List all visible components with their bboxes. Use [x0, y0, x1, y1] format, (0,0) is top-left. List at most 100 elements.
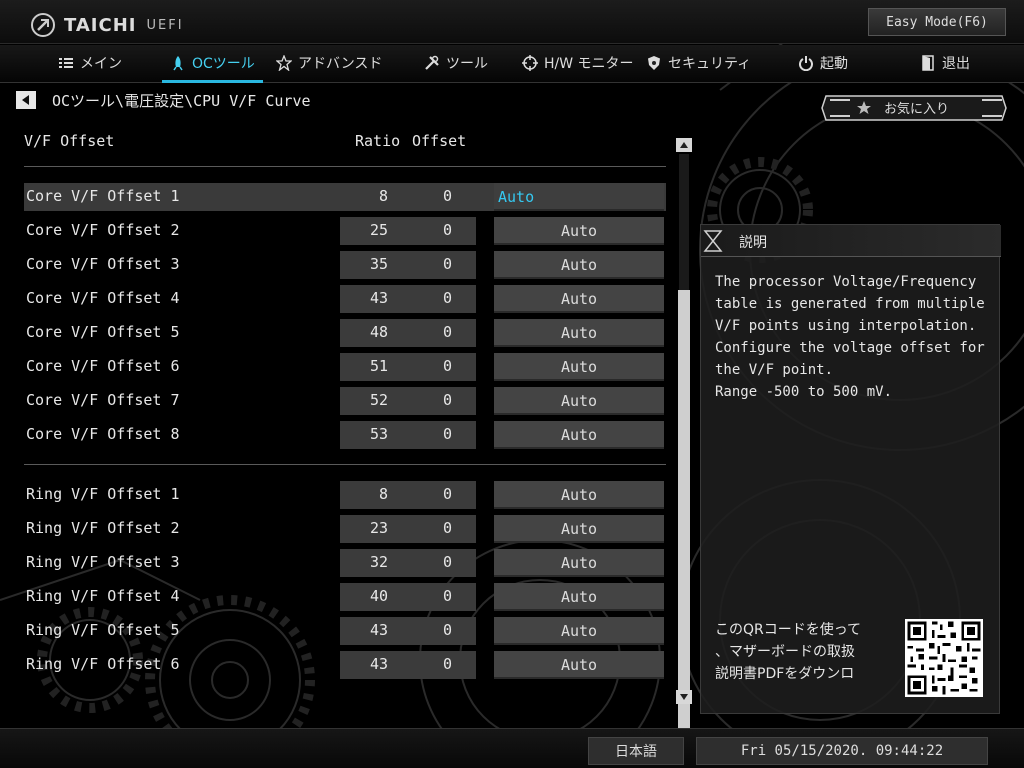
tab-label: メイン: [80, 56, 122, 72]
ring-vf-offset-4-row[interactable]: Ring V/F Offset 4 40 0 Auto: [24, 583, 666, 611]
offset-input[interactable]: Auto: [494, 421, 664, 449]
offset-input[interactable]: Auto: [494, 285, 664, 313]
back-button[interactable]: [16, 91, 36, 109]
offset-value: 0: [442, 425, 452, 443]
shield-icon: [648, 56, 660, 70]
ring-vf-offset-6-row[interactable]: Ring V/F Offset 6 43 0 Auto: [24, 651, 666, 679]
scroll-thumb[interactable]: [678, 290, 690, 748]
ratio-value: 35: [369, 255, 388, 273]
core-vf-offset-5-row[interactable]: Core V/F Offset 5 48 0 Auto: [24, 319, 666, 347]
core-vf-offset-2-row[interactable]: Core V/F Offset 2 25 0 Auto: [24, 217, 666, 245]
tools-icon: [425, 55, 439, 70]
ratio-value: 43: [369, 655, 388, 673]
offset-value: 0: [442, 187, 452, 205]
offset-input[interactable]: Auto: [494, 183, 664, 211]
tab-label: ツール: [446, 56, 488, 72]
offset-input[interactable]: Auto: [494, 651, 664, 679]
scroll-up-arrow-icon[interactable]: [676, 138, 692, 152]
offset-value: 0: [442, 485, 452, 503]
offset-input[interactable]: Auto: [494, 617, 664, 645]
row-label: Core V/F Offset 3: [26, 255, 180, 273]
rocket-icon: [173, 56, 183, 71]
breadcrumb: OCツール\電圧設定\CPU V/F Curve: [52, 92, 311, 110]
ratio-value: 25: [369, 221, 388, 239]
description-panel: 説明 The processor Voltage/Frequency table…: [700, 224, 1001, 714]
top-header: TAICHI UEFI Easy Mode(F6): [0, 0, 1024, 44]
offset-input[interactable]: Auto: [494, 353, 664, 381]
row-label: Core V/F Offset 1: [26, 187, 180, 205]
offset-input[interactable]: Auto: [494, 217, 664, 245]
tab-label: 退出: [942, 56, 970, 72]
list-scrollbar[interactable]: [676, 138, 692, 748]
tab-advanced[interactable]: アドバンスド: [276, 45, 382, 81]
core-vf-offset-8-row[interactable]: Core V/F Offset 8 53 0 Auto: [24, 421, 666, 449]
row-label: Ring V/F Offset 6: [26, 655, 180, 673]
core-vf-offset-6-row[interactable]: Core V/F Offset 6 51 0 Auto: [24, 353, 666, 381]
row-label: Core V/F Offset 4: [26, 289, 180, 307]
offset-input[interactable]: Auto: [494, 251, 664, 279]
ratio-value: 40: [369, 587, 388, 605]
row-label: Ring V/F Offset 4: [26, 587, 180, 605]
offset-value: 0: [442, 221, 452, 239]
description-header: 説明: [701, 225, 1001, 257]
tab-oc-tweaker[interactable]: OCツール: [162, 45, 263, 83]
ratio-value: 43: [369, 621, 388, 639]
power-icon: [799, 56, 813, 71]
offset-input[interactable]: Auto: [494, 319, 664, 347]
tab-main[interactable]: メイン: [58, 45, 122, 81]
easy-mode-button[interactable]: Easy Mode(F6): [868, 8, 1006, 36]
brand-name: TAICHI: [64, 14, 137, 36]
offset-input[interactable]: Auto: [494, 481, 664, 509]
ratio-value: 43: [369, 289, 388, 307]
offset-value: 0: [442, 621, 452, 639]
tab-exit[interactable]: 退出: [920, 45, 970, 81]
core-vf-offset-7-row[interactable]: Core V/F Offset 7 52 0 Auto: [24, 387, 666, 415]
ring-vf-offset-5-row[interactable]: Ring V/F Offset 5 43 0 Auto: [24, 617, 666, 645]
offset-value: 0: [442, 655, 452, 673]
language-button[interactable]: 日本語: [588, 737, 684, 765]
offset-input[interactable]: Auto: [494, 387, 664, 415]
qr-code-caption: このQRコードを使って 、マザーボードの取扱 説明書PDFをダウンロ: [715, 622, 862, 682]
tab-tools[interactable]: ツール: [424, 45, 488, 81]
offset-value: 0: [442, 391, 452, 409]
qr-code-icon: [905, 619, 983, 697]
section-divider: [24, 464, 666, 465]
core-vf-offset-1-row[interactable]: Core V/F Offset 1 8 0 Auto: [24, 183, 666, 211]
row-label: Core V/F Offset 6: [26, 357, 180, 375]
core-vf-offset-4-row[interactable]: Core V/F Offset 4 43 0 Auto: [24, 285, 666, 313]
ratio-value: 8: [378, 485, 388, 503]
tab-label: アドバンスド: [298, 56, 383, 72]
scroll-down-arrow-icon[interactable]: [676, 690, 692, 704]
row-label: Ring V/F Offset 1: [26, 485, 180, 503]
ring-vf-offset-3-row[interactable]: Ring V/F Offset 3 32 0 Auto: [24, 549, 666, 577]
offset-value: 0: [442, 553, 452, 571]
taichi-gear-icon: [31, 13, 55, 37]
ratio-value: 32: [369, 553, 388, 571]
offset-input[interactable]: Auto: [494, 549, 664, 577]
tab-hw-monitor[interactable]: H/W モニター: [522, 45, 634, 81]
description-text: The processor Voltage/Frequency table is…: [715, 274, 985, 400]
tab-boot[interactable]: 起動: [798, 45, 848, 81]
offset-input[interactable]: Auto: [494, 583, 664, 611]
tab-security[interactable]: セキュリティ: [646, 45, 751, 81]
ratio-value: 8: [378, 187, 388, 205]
row-label: Core V/F Offset 7: [26, 391, 180, 409]
status-footer: 日本語 Fri 05/15/2020. 09:44:22: [0, 728, 1024, 768]
brand-subtitle: UEFI: [146, 17, 184, 33]
favorites-button[interactable]: お気に入り: [820, 92, 1008, 124]
ring-vf-offset-2-row[interactable]: Ring V/F Offset 2 23 0 Auto: [24, 515, 666, 543]
ring-vf-offset-1-row[interactable]: Ring V/F Offset 1 8 0 Auto: [24, 481, 666, 509]
offset-value: 0: [442, 519, 452, 537]
taichi-logo: TAICHI UEFI: [30, 12, 184, 38]
row-label: Ring V/F Offset 2: [26, 519, 180, 537]
row-label: Core V/F Offset 5: [26, 323, 180, 341]
row-label: Core V/F Offset 8: [26, 425, 180, 443]
offset-input[interactable]: Auto: [494, 515, 664, 543]
tab-label: H/W モニター: [544, 56, 634, 72]
list-icon: [59, 58, 73, 68]
exit-door-icon: [922, 55, 934, 71]
offset-value: 0: [442, 255, 452, 273]
core-vf-offset-3-row[interactable]: Core V/F Offset 3 35 0 Auto: [24, 251, 666, 279]
panel-corner-icon: [703, 230, 723, 252]
star-icon: [276, 55, 292, 71]
